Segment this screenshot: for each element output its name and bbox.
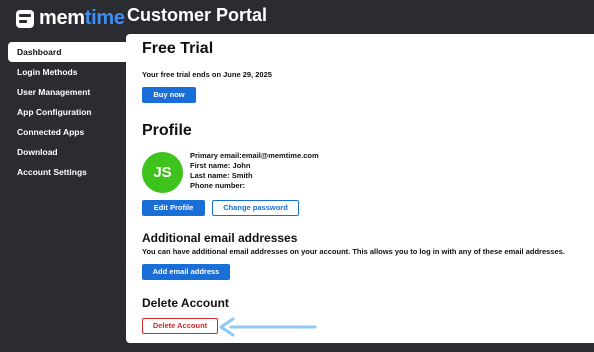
avatar: JS — [142, 152, 183, 193]
logo-wordmark: memtime — [39, 7, 125, 30]
sidebar-item-dashboard[interactable]: Dashboard — [8, 42, 126, 62]
sidebar-item-connected-apps[interactable]: Connected Apps — [8, 122, 126, 142]
sidebar-item-user-management[interactable]: User Management — [8, 82, 126, 102]
portal-title: Customer Portal — [127, 5, 268, 25]
phone-label: Phone number: — [190, 181, 246, 190]
delete-account-heading: Delete Account — [142, 296, 229, 310]
sidebar-item-login-methods[interactable]: Login Methods — [8, 62, 126, 82]
primary-email-row: Primary email:email@memtime.com — [190, 151, 319, 161]
phone-row: Phone number: — [190, 181, 319, 191]
first-name-value: John — [232, 161, 251, 170]
free-trial-heading: Free Trial — [142, 40, 214, 57]
sidebar-item-download[interactable]: Download — [8, 142, 126, 162]
sidebar-item-app-configuration[interactable]: App Configuration — [8, 102, 126, 122]
last-name-row: Last name: Smith — [190, 171, 319, 181]
buy-now-button[interactable]: Buy now — [142, 87, 196, 103]
primary-email-value: email@memtime.com — [241, 151, 319, 160]
change-password-button[interactable]: Change password — [212, 200, 299, 216]
main-panel: Free Trial Your free trial ends on June … — [126, 34, 594, 343]
primary-email-label: Primary email: — [190, 151, 242, 160]
memtime-logo-icon — [16, 9, 34, 28]
add-email-button[interactable]: Add email address — [142, 264, 230, 280]
left-arrow-icon — [219, 317, 317, 337]
last-name-value: Smith — [231, 171, 253, 180]
first-name-row: First name: John — [190, 161, 319, 171]
profile-info: Primary email:email@memtime.com First na… — [190, 151, 319, 191]
sidebar-nav: Dashboard Login Methods User Management … — [8, 42, 126, 182]
delete-account-button[interactable]: Delete Account — [142, 318, 218, 334]
logo-text-mem: mem — [39, 7, 85, 29]
trial-end-message: Your free trial ends on June 29, 2025 — [142, 70, 272, 79]
first-name-label: First name: — [190, 161, 231, 170]
additional-emails-description: You can have additional email addresses … — [142, 247, 565, 256]
memtime-logo[interactable]: memtime — [16, 7, 125, 30]
sidebar-item-account-settings[interactable]: Account Settings — [8, 162, 126, 182]
logo-text-time: time — [84, 7, 125, 29]
last-name-label: Last name: — [190, 171, 230, 180]
profile-heading: Profile — [142, 122, 192, 139]
additional-emails-heading: Additional email addresses — [142, 231, 298, 245]
edit-profile-button[interactable]: Edit Profile — [142, 200, 205, 216]
